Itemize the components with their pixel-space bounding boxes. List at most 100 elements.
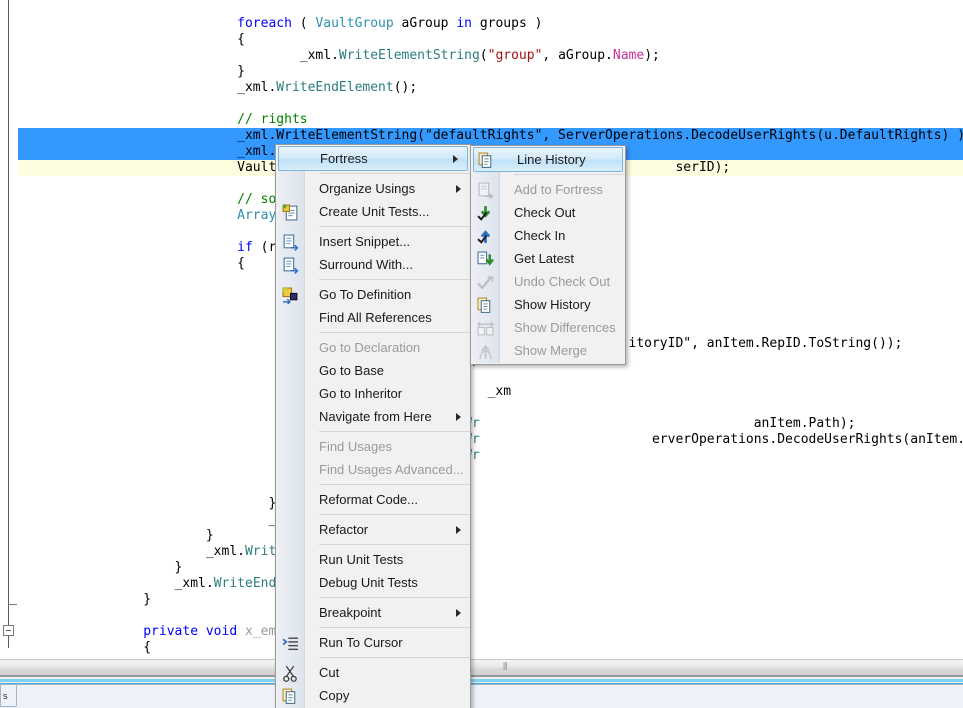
menu-item-label: Go to Inheritor xyxy=(319,386,403,401)
menu-separator xyxy=(514,174,625,175)
create-unit-tests-icon xyxy=(282,204,299,221)
submenu-item-get-latest[interactable]: Get Latest xyxy=(471,247,625,270)
add-to-fortress-icon xyxy=(477,182,494,199)
code-line[interactable] xyxy=(18,96,963,112)
run-to-cursor-icon xyxy=(282,635,299,652)
fortress-submenu[interactable]: Line History Add to Fortress Check Out Chec… xyxy=(470,145,626,365)
panel-splitter[interactable] xyxy=(0,676,963,684)
horizontal-scrollbar[interactable]: ⦀ xyxy=(0,659,963,676)
menu-item-label: Go to Base xyxy=(319,363,385,378)
menu-item-go-to-definition[interactable]: Go To Definition xyxy=(276,283,470,306)
menu-item-cut[interactable]: Cut xyxy=(276,661,470,684)
menu-item-label: Organize Usings xyxy=(319,181,416,196)
editor-context-menu[interactable]: Fortress Organize Usings Create Unit Tests… xyxy=(275,144,471,708)
menu-item-find-all-references[interactable]: Find All References xyxy=(276,306,470,329)
code-line[interactable]: private void x_emitOpItem(strin xyxy=(18,624,963,640)
menu-item-label: Refactor xyxy=(319,522,369,537)
code-line[interactable]: { xyxy=(18,368,963,384)
menu-item-label: Show Differences xyxy=(514,320,616,335)
menu-item-label: Find Usages Advanced... xyxy=(319,462,464,477)
code-line[interactable]: { xyxy=(18,32,963,48)
code-line[interactable]: } xyxy=(18,560,963,576)
menu-item-label: Get Latest xyxy=(514,251,574,266)
code-line[interactable]: _xm xyxy=(18,384,963,400)
menu-item-label: Show History xyxy=(514,297,591,312)
menu-item-fortress[interactable]: Fortress xyxy=(278,146,468,171)
menu-separator xyxy=(319,226,470,227)
menu-item-label: Reformat Code... xyxy=(319,492,418,507)
code-line[interactable]: _xml.Wr erverOperations.DecodeUserRights… xyxy=(18,432,963,448)
menu-item-find-usages-advanced: Find Usages Advanced... xyxy=(276,458,470,481)
submenu-item-undo-check-out: Undo Check Out xyxy=(471,270,625,293)
code-line[interactable]: _xml.WriteElementString("defaultRights",… xyxy=(18,128,963,144)
submenu-item-show-history[interactable]: Show History xyxy=(471,293,625,316)
bottom-panel-tab[interactable]: s xyxy=(0,685,17,707)
menu-item-reformat-code[interactable]: Reformat Code... xyxy=(276,488,470,511)
menu-separator xyxy=(319,514,470,515)
menu-item-label: Show Merge xyxy=(514,343,587,358)
go-to-definition-icon xyxy=(282,287,299,305)
menu-item-label: Copy xyxy=(319,688,350,703)
submenu-item-check-in[interactable]: Check In xyxy=(471,224,625,247)
menu-item-go-to-base[interactable]: Go to Base xyxy=(276,359,470,382)
code-line[interactable]: _xml.Wr anItem.Path); xyxy=(18,416,963,432)
code-line[interactable] xyxy=(18,0,963,16)
code-line[interactable]: _xml.WriteEndElement(); xyxy=(18,576,963,592)
menu-item-label: Breakpoint xyxy=(319,605,382,620)
code-line[interactable]: } xyxy=(18,400,963,416)
code-line[interactable]: foreach ( VaultGroup aGroup in groups ) xyxy=(18,16,963,32)
menu-separator xyxy=(319,431,470,432)
code-line[interactable]: { xyxy=(18,640,963,656)
code-line[interactable]: _xml.Wr xyxy=(18,448,963,464)
menu-item-create-unit-tests[interactable]: Create Unit Tests... xyxy=(276,200,470,223)
menu-item-refactor[interactable]: Refactor xyxy=(276,518,470,541)
submenu-arrow-icon xyxy=(453,154,458,163)
menu-item-breakpoint[interactable]: Breakpoint xyxy=(276,601,470,624)
menu-item-insert-snippet[interactable]: Insert Snippet... xyxy=(276,230,470,253)
submenu-arrow-icon xyxy=(456,525,461,534)
menu-item-find-usages: Find Usages xyxy=(276,435,470,458)
code-line[interactable]: _xml.WriteEndElemen xyxy=(18,512,963,528)
code-line[interactable]: } xyxy=(18,64,963,80)
code-line[interactable]: _xml.WriteEndElement(); xyxy=(18,544,963,560)
submenu-item-check-out[interactable]: Check Out xyxy=(471,201,625,224)
menu-item-surround-with[interactable]: Surround With... xyxy=(276,253,470,276)
menu-item-label: Cut xyxy=(319,665,340,680)
menu-item-label: Check In xyxy=(514,228,566,243)
menu-item-label: Navigate from Here xyxy=(319,409,432,424)
menu-item-go-to-inheritor[interactable]: Go to Inheritor xyxy=(276,382,470,405)
menu-item-go-to-declaration: Go to Declaration xyxy=(276,336,470,359)
menu-item-run-unit-tests[interactable]: Run Unit Tests xyxy=(276,548,470,571)
submenu-arrow-icon xyxy=(456,412,461,421)
outlining-rail xyxy=(8,0,9,648)
menu-separator xyxy=(319,484,470,485)
menu-item-label: Find Usages xyxy=(319,439,392,454)
menu-item-label: Find All References xyxy=(319,310,432,325)
menu-item-organize-usings[interactable]: Organize Usings xyxy=(276,177,470,200)
bottom-tool-panel[interactable]: s xyxy=(0,684,963,708)
outlining-collapse-box[interactable] xyxy=(3,625,14,636)
menu-item-label: Insert Snippet... xyxy=(319,234,411,249)
code-line[interactable]: } xyxy=(18,480,963,496)
menu-item-label: Fortress xyxy=(320,151,368,166)
menu-item-debug-unit-tests[interactable]: Debug Unit Tests xyxy=(276,571,470,594)
code-line[interactable]: // rights xyxy=(18,112,963,128)
menu-item-copy[interactable]: Copy xyxy=(276,684,470,707)
code-line[interactable]: _xml.WriteEndElement(); xyxy=(18,80,963,96)
code-line[interactable]: } xyxy=(18,592,963,608)
code-line[interactable]: _xml.WriteElementString("group", aGroup.… xyxy=(18,48,963,64)
submenu-arrow-icon xyxy=(456,608,461,617)
code-line[interactable] xyxy=(18,608,963,624)
line-history-icon xyxy=(478,152,495,169)
menu-item-navigate-from-here[interactable]: Navigate from Here xyxy=(276,405,470,428)
menu-item-run-to-cursor[interactable]: Run To Cursor xyxy=(276,631,470,654)
code-line[interactable]: } xyxy=(18,464,963,480)
submenu-item-line-history[interactable]: Line History xyxy=(473,147,623,172)
menu-separator xyxy=(319,279,470,280)
code-line[interactable]: } xyxy=(18,528,963,544)
menu-item-label: Add to Fortress xyxy=(514,182,603,197)
scrollbar-grip-icon[interactable]: ⦀ xyxy=(503,663,512,673)
menu-item-label: Run Unit Tests xyxy=(319,552,404,567)
menu-separator xyxy=(319,627,470,628)
code-line[interactable]: } xyxy=(18,496,963,512)
